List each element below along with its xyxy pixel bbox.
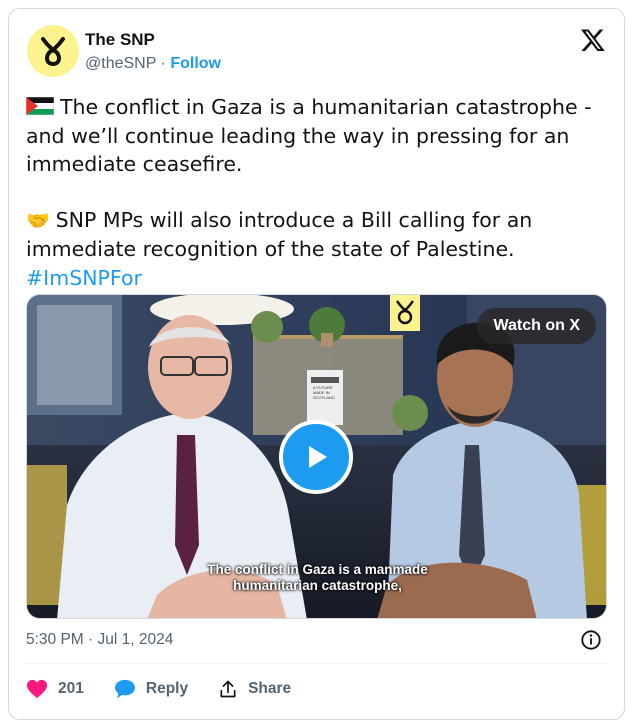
- video-caption: The conflict in Gaza is a manmade humani…: [27, 562, 606, 594]
- palestine-flag-icon: [25, 94, 55, 116]
- tweet-paragraph-2: 🤝 SNP MPs will also introduce a Bill call…: [26, 206, 606, 264]
- poster-text-3: SCOTLAND: [313, 395, 335, 400]
- reply-label: Reply: [145, 680, 189, 697]
- tweet-paragraph-1: The conflict in Gaza is a humanitarian c…: [25, 93, 606, 179]
- like-button[interactable]: 201: [26, 679, 84, 699]
- author-name[interactable]: The SNP: [85, 30, 155, 50]
- info-icon[interactable]: [580, 629, 602, 651]
- snp-logo-icon: [41, 37, 65, 67]
- handle-separator: ·: [160, 55, 166, 72]
- handshake-icon: 🤝: [26, 209, 50, 232]
- avatar[interactable]: [27, 25, 79, 77]
- divider: [26, 663, 607, 664]
- x-logo-icon[interactable]: [580, 27, 606, 53]
- tweet-paragraph-1-text: The conflict in Gaza is a humanitarian c…: [26, 95, 592, 176]
- tweet-paragraph-2-text: SNP MPs will also introduce a Bill calli…: [26, 207, 533, 262]
- action-bar: 201 Reply Share: [26, 677, 321, 701]
- watch-on-x-button[interactable]: Watch on X: [477, 308, 596, 344]
- tweet-text: The conflict in Gaza is a humanitarian c…: [25, 93, 606, 292]
- share-button[interactable]: Share: [218, 679, 291, 699]
- like-count: 201: [58, 680, 84, 697]
- author-handle[interactable]: @theSNP: [85, 55, 156, 72]
- tweet-card: The SNP @theSNP · Follow The conflict in…: [8, 8, 625, 720]
- caption-line-1: The conflict in Gaza is a manmade: [207, 562, 428, 577]
- play-icon: [309, 446, 327, 468]
- heart-icon: [27, 679, 47, 699]
- hashtag-link[interactable]: #ImSNPFor: [26, 266, 142, 290]
- share-icon: [220, 680, 236, 698]
- follow-button[interactable]: Follow: [170, 55, 221, 72]
- tweet-timestamp[interactable]: 5:30 PM · Jul 1, 2024: [26, 631, 173, 649]
- reply-button[interactable]: Reply: [114, 679, 188, 699]
- author-handle-row: @theSNP · Follow: [85, 55, 221, 73]
- video-player[interactable]: A FUTURE MADE IN SCOTLAND Watch on X The…: [26, 294, 607, 619]
- share-label: Share: [248, 680, 292, 697]
- caption-line-2: humanitarian catastrophe,: [233, 578, 402, 593]
- reply-bubble-icon: [114, 679, 135, 699]
- play-button[interactable]: [279, 420, 353, 494]
